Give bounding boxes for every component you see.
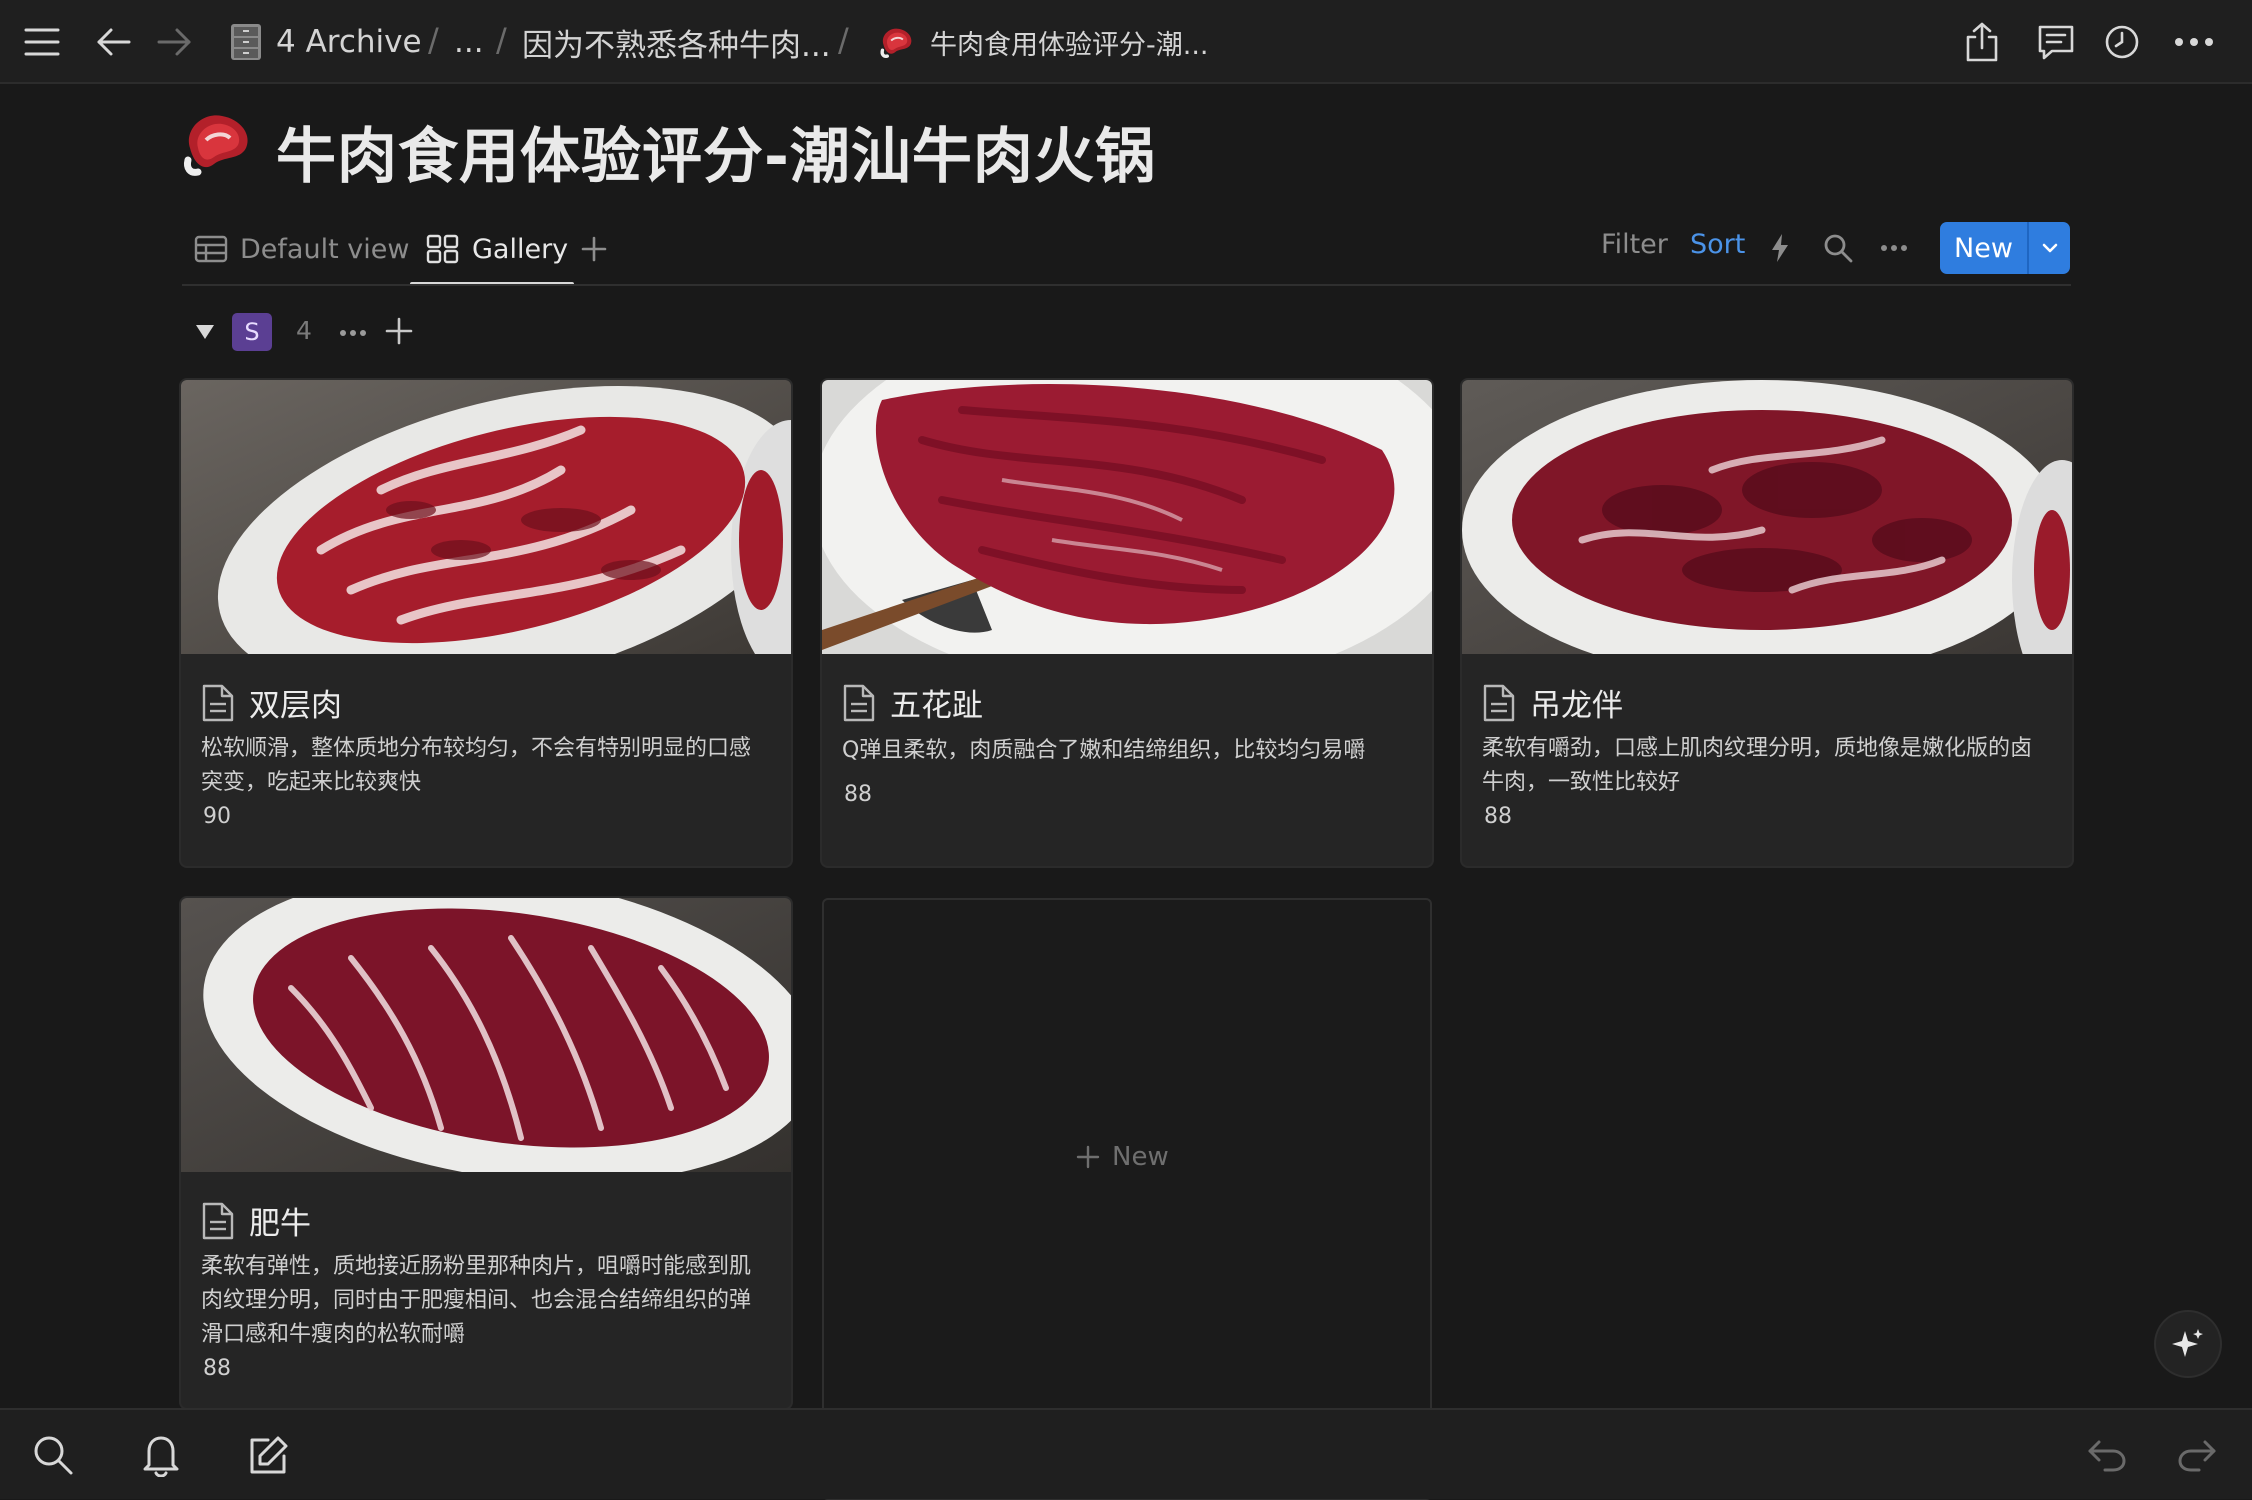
sparkle-icon (2172, 1329, 2203, 1357)
steak-icon (878, 25, 916, 59)
views-divider (182, 284, 2071, 286)
table-icon (194, 235, 228, 263)
card-title[interactable]: 双层肉 (201, 680, 342, 725)
gallery-icon (426, 234, 459, 264)
filter-button[interactable]: Filter (1601, 229, 1668, 260)
card-score: 88 (844, 782, 872, 807)
new-card-label-text: New (1112, 1142, 1169, 1172)
redo-icon[interactable] (2172, 1430, 2222, 1480)
group-badge[interactable]: S (232, 313, 272, 351)
bottom-bar (0, 1408, 2252, 1499)
page-title[interactable]: 牛肉食用体验评分-潮汕牛肉火锅 (276, 108, 1156, 195)
card-cover-image (181, 380, 791, 654)
card-score: 88 (203, 1356, 231, 1381)
notifications-bell-icon[interactable] (136, 1430, 186, 1480)
search-icon[interactable] (28, 1430, 78, 1480)
tab-default-view-label: Default view (240, 233, 410, 265)
card-description: 柔软有嚼劲，口感上肌肉纹理分明，质地像是嫩化版的卤牛肉，一致性比较好 (1482, 736, 2033, 795)
more-options-icon[interactable] (2172, 20, 2216, 64)
ai-sparkle-button[interactable] (2156, 1312, 2220, 1376)
chevron-down-icon[interactable] (2029, 242, 2070, 254)
compose-new-page-icon[interactable] (244, 1430, 294, 1480)
plus-icon (581, 236, 607, 262)
group-more-icon[interactable] (336, 316, 370, 350)
document-icon (202, 1202, 234, 1239)
card-description: 柔软有弹性，质地接近肠粉里那种肉片，咀嚼时能感到肌肉纹理分明，同时由于肥瘦相间、… (201, 1254, 752, 1347)
card-title[interactable]: 肥牛 (201, 1198, 311, 1243)
gallery-card[interactable]: 双层肉 松软顺滑，整体质地分布较均匀，不会有特别明显的口感突变，吃起来比较爽快 … (181, 380, 791, 866)
gallery-card[interactable]: 吊龙伴 柔软有嚼劲，口感上肌肉纹理分明，质地像是嫩化版的卤牛肉，一致性比较好 8… (1462, 380, 2072, 866)
breadcrumb-parent-label: 因为不熟悉各种牛肉... (522, 27, 831, 64)
cabinet-icon (230, 23, 262, 61)
automation-lightning-icon[interactable] (1762, 230, 1798, 266)
new-button-label: New (1954, 232, 2013, 264)
breadcrumb-separator: / (496, 21, 507, 59)
undo-icon[interactable] (2082, 1430, 2132, 1480)
card-cover-image (822, 380, 1432, 654)
new-card-label: New (1076, 1142, 1169, 1172)
gallery-card[interactable]: 肥牛 柔软有弹性，质地接近肠粉里那种肉片，咀嚼时能感到肌肉纹理分明，同时由于肥瘦… (181, 898, 791, 1408)
history-clock-icon[interactable] (2100, 20, 2144, 64)
plus-icon (1076, 1145, 1100, 1169)
tab-default-view[interactable]: Default view (194, 226, 409, 272)
back-arrow-icon[interactable] (92, 20, 136, 64)
breadcrumb-ellipsis[interactable]: ... (454, 21, 484, 63)
breadcrumb-separator: / (428, 21, 439, 59)
card-score: 88 (1484, 804, 1512, 829)
card-title[interactable]: 吊龙伴 (1482, 680, 1623, 725)
group-add-icon[interactable] (382, 314, 416, 348)
collapse-triangle-icon[interactable] (194, 321, 216, 343)
document-icon (202, 684, 234, 721)
breadcrumb-current[interactable]: 牛肉食用体验评分-潮... (878, 21, 1209, 63)
card-description: Q弹且柔软，肉质融合了嫩和结缔组织，比较均匀易嚼 (842, 738, 1366, 763)
breadcrumb-separator: / (838, 21, 849, 59)
tab-gallery-label: Gallery (472, 233, 569, 265)
breadcrumb-archive[interactable]: 4 Archive (230, 21, 422, 63)
forward-arrow-icon[interactable] (152, 20, 196, 64)
breadcrumb-archive-label: 4 Archive (276, 24, 422, 60)
card-title[interactable]: 五花趾 (842, 680, 983, 725)
view-more-icon[interactable] (1876, 230, 1912, 266)
tab-gallery[interactable]: Gallery (426, 226, 568, 272)
sort-button[interactable]: Sort (1690, 229, 1745, 260)
card-score: 90 (203, 804, 231, 829)
document-icon (843, 684, 875, 721)
share-icon[interactable] (1960, 20, 2004, 64)
menu-icon[interactable] (20, 20, 64, 64)
card-title-label: 肥牛 (249, 1206, 311, 1242)
document-icon (1483, 684, 1515, 721)
page-steak-icon[interactable] (180, 108, 256, 184)
card-description: 松软顺滑，整体质地分布较均匀，不会有特别明显的口感突变，吃起来比较爽快 (201, 736, 752, 795)
gallery-card[interactable]: 五花趾 Q弹且柔软，肉质融合了嫩和结缔组织，比较均匀易嚼 88 (822, 380, 1432, 866)
breadcrumb-ellipsis-label: ... (454, 24, 484, 60)
group-count: 4 (296, 316, 312, 345)
search-icon[interactable] (1820, 230, 1856, 266)
card-title-label: 吊龙伴 (1530, 688, 1623, 724)
breadcrumb-current-label: 牛肉食用体验评分-潮... (930, 29, 1209, 61)
card-cover-image (1462, 380, 2072, 654)
card-title-label: 双层肉 (249, 688, 342, 724)
new-button[interactable]: New (1940, 222, 2070, 274)
top-bar: 4 Archive / ... / 因为不熟悉各种牛肉... / 牛肉食用体验评… (0, 0, 2252, 84)
add-view-button[interactable] (580, 226, 608, 272)
comments-icon[interactable] (2034, 20, 2078, 64)
breadcrumb-parent[interactable]: 因为不熟悉各种牛肉... (522, 21, 831, 64)
card-cover-image (181, 898, 791, 1172)
card-title-label: 五花趾 (890, 688, 983, 724)
